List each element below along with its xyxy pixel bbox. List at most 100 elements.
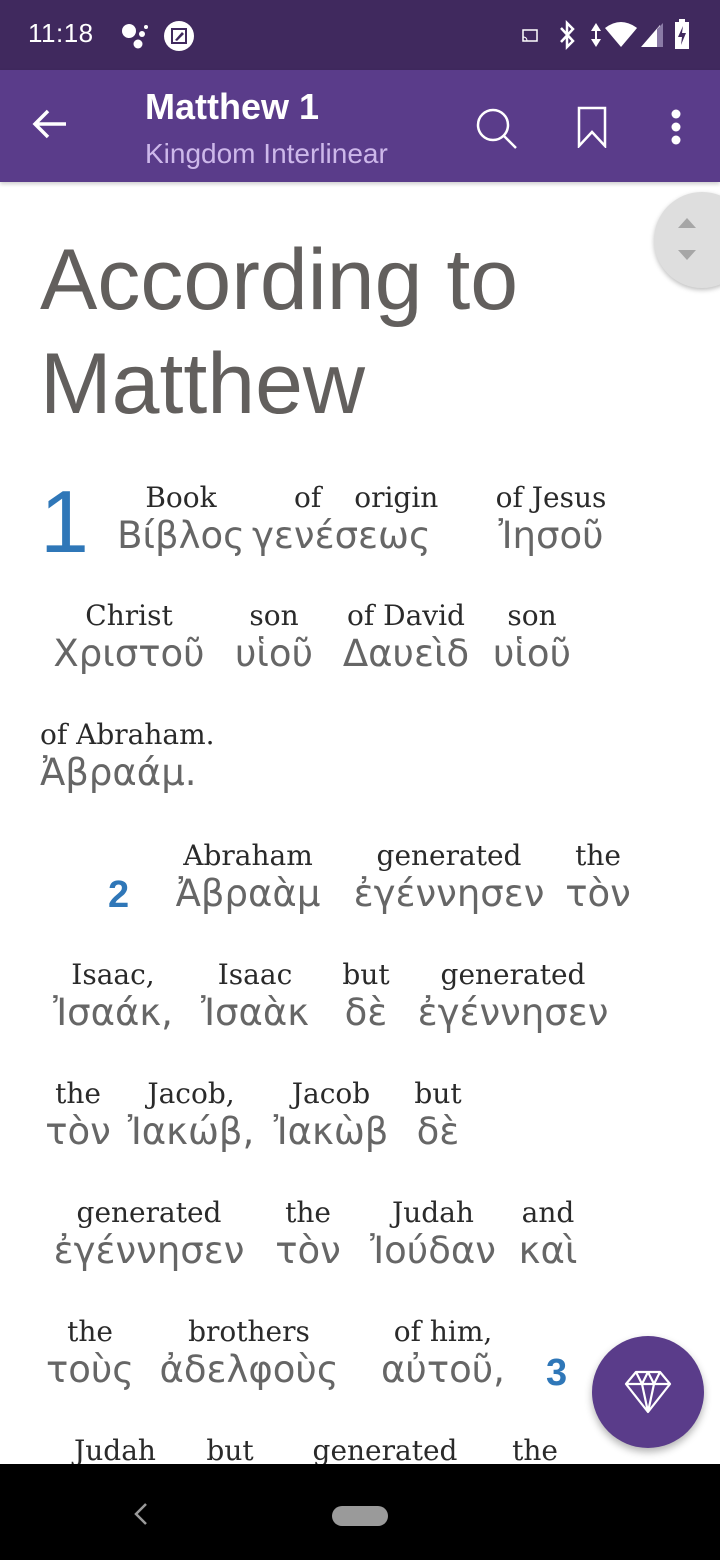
interlinear-word[interactable]: the τὸν: [552, 840, 644, 916]
interlinear-word[interactable]: generated: [270, 1434, 500, 1465]
english-gloss: generated: [440, 958, 586, 991]
reader-content[interactable]: According to Matthew 1 Book Βίβλος of ori…: [0, 182, 720, 1464]
greek-word: ἐγέννησεν: [53, 1229, 245, 1272]
interlinear-line: the τοὺς brothers ἀδελφοὺς of him, αὐτοῦ…: [40, 1316, 528, 1392]
english-gloss: of David: [347, 599, 465, 632]
english-gloss: brothers: [188, 1315, 310, 1348]
search-button[interactable]: [474, 106, 520, 156]
chapter-number: 1: [40, 472, 89, 571]
interlinear-word[interactable]: Judah: [40, 1434, 190, 1465]
premium-fab-button[interactable]: [592, 1336, 704, 1448]
english-gloss: generated: [376, 839, 522, 872]
english-gloss: generated: [312, 1434, 458, 1465]
verse-number[interactable]: 3: [546, 1352, 567, 1395]
interlinear-line: generated ἐγέννησεν the τὸν Judah Ἰούδαν…: [40, 1197, 588, 1273]
greek-word: Δαυεὶδ: [342, 632, 470, 675]
nav-home-button[interactable]: [332, 1506, 388, 1526]
english-gloss: Christ: [85, 599, 173, 632]
english-gloss: Judah: [74, 1434, 156, 1465]
english-gloss: and: [521, 1196, 575, 1229]
english-gloss: but: [414, 1077, 462, 1110]
interlinear-word[interactable]: the τὸν: [258, 1197, 358, 1273]
interlinear-line: of Abraham. Ἀβραάμ.: [40, 719, 215, 795]
interlinear-word[interactable]: Isaac Ἰσαὰκ: [186, 959, 324, 1035]
screenshot-edit-icon: [163, 20, 195, 56]
greek-word: Ἀβραάμ.: [40, 751, 197, 794]
interlinear-line: Isaac, Ἰσαάκ, Isaac Ἰσαὰκ but δὲ generat…: [40, 959, 618, 1035]
scroll-arrows-icon: [678, 218, 696, 260]
interlinear-word[interactable]: but δὲ: [324, 959, 408, 1035]
english-gloss: of him,: [393, 1315, 493, 1348]
greek-word: τὸν: [45, 1110, 111, 1153]
interlinear-word[interactable]: son υἱοῦ: [482, 600, 582, 676]
battery-charging-icon: [674, 18, 690, 54]
interlinear-word[interactable]: the τὸν: [40, 1078, 116, 1154]
greek-word: ἀδελφοὺς: [159, 1348, 339, 1391]
greek-word: δὲ: [416, 1110, 460, 1153]
assistant-icon: [120, 22, 152, 54]
greek-word: Ἰούδαν: [370, 1229, 496, 1272]
interlinear-word[interactable]: generated ἐγέννησεν: [346, 840, 552, 916]
english-gloss: the: [285, 1196, 331, 1229]
interlinear-word[interactable]: Book Βίβλος: [112, 482, 250, 558]
interlinear-word[interactable]: Jacob, Ἰακώβ,: [116, 1078, 266, 1154]
english-gloss: son: [249, 599, 299, 632]
english-gloss: of Jesus: [495, 481, 607, 514]
greek-word: Ἰησοῦ: [498, 514, 604, 557]
greek-word: Ἀβραὰμ: [175, 872, 321, 915]
back-button[interactable]: [30, 104, 80, 148]
english-gloss: of Abraham.: [40, 718, 215, 751]
interlinear-word[interactable]: brothers ἀδελφοὺς: [140, 1316, 358, 1392]
data-arrows-icon: [590, 22, 602, 52]
greek-word: τοὺς: [45, 1348, 135, 1391]
english-gloss: Isaac: [217, 958, 293, 991]
interlinear-word[interactable]: generated ἐγέννησεν: [40, 1197, 258, 1273]
interlinear-word[interactable]: and καὶ: [508, 1197, 588, 1273]
page-subtitle: Kingdom Interlinear: [145, 138, 388, 169]
interlinear-word[interactable]: Christ Χριστοῦ: [40, 600, 218, 676]
more-vert-icon: [671, 109, 681, 145]
status-time: 11:18: [28, 18, 94, 48]
interlinear-word[interactable]: Abraham Ἀβραὰμ: [150, 840, 346, 916]
wifi-icon: [604, 22, 638, 52]
interlinear-word[interactable]: of Jesus Ἰησοῦ: [476, 482, 626, 558]
arrow-left-icon: [32, 109, 66, 139]
interlinear-line: the τὸν Jacob, Ἰακώβ, Jacob Ἰακὼβ but δὲ: [40, 1078, 480, 1154]
interlinear-word[interactable]: of origin γενέσεως: [252, 482, 468, 558]
greek-word: γενέσεως: [252, 514, 431, 557]
english-gloss: the: [575, 839, 621, 872]
greek-word: Ἰακὼβ: [273, 1110, 389, 1153]
interlinear-word[interactable]: but: [190, 1435, 270, 1465]
bookmark-button[interactable]: [576, 106, 608, 152]
english-gloss: of: [294, 481, 322, 514]
english-gloss: origin: [354, 481, 439, 514]
greek-word: ἐγέννησεν: [417, 991, 609, 1034]
english-gloss: the: [512, 1434, 558, 1465]
english-gloss: but: [342, 958, 390, 991]
interlinear-word[interactable]: Jacob Ἰακὼβ: [266, 1078, 396, 1154]
interlinear-word[interactable]: Judah Ἰούδαν: [358, 1197, 508, 1273]
interlinear-word[interactable]: Isaac, Ἰσαάκ,: [40, 959, 186, 1035]
english-gloss: Jacob: [291, 1077, 371, 1110]
greek-word: ἐγέννησεν: [353, 872, 545, 915]
greek-word: αὐτοῦ,: [381, 1348, 505, 1391]
interlinear-word[interactable]: of him, αὐτοῦ,: [358, 1316, 528, 1392]
interlinear-word[interactable]: generated ἐγέννησεν: [408, 959, 618, 1035]
interlinear-word[interactable]: but δὲ: [396, 1078, 480, 1154]
interlinear-word[interactable]: of David Δαυεὶδ: [330, 600, 482, 676]
interlinear-line: Abraham Ἀβραὰμ generated ἐγέννησεν the τ…: [150, 840, 644, 916]
status-bar: 11:18: [0, 0, 720, 70]
more-options-button[interactable]: [666, 108, 686, 152]
greek-word: υἱοῦ: [235, 632, 313, 675]
system-nav-bar: [0, 1464, 720, 1560]
greek-word: τὸν: [275, 1229, 341, 1272]
verse-number[interactable]: 2: [108, 874, 129, 917]
nav-back-button[interactable]: [128, 1500, 152, 1528]
interlinear-word[interactable]: son υἱοῦ: [218, 600, 330, 676]
bluetooth-icon: [558, 19, 576, 54]
english-gloss: Jacob,: [147, 1077, 235, 1110]
interlinear-word[interactable]: the τοὺς: [40, 1316, 140, 1392]
interlinear-word[interactable]: the: [500, 1434, 570, 1465]
interlinear-word[interactable]: of Abraham. Ἀβραάμ.: [40, 719, 215, 795]
greek-word: Βίβλος: [117, 514, 245, 557]
